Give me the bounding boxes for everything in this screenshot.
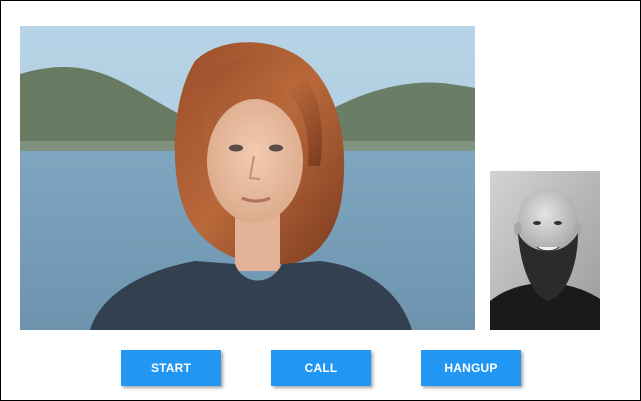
local-video-frame <box>490 171 600 330</box>
app-window: START CALL HANGUP <box>0 0 641 401</box>
call-controls: START CALL HANGUP <box>1 350 640 390</box>
call-button[interactable]: CALL <box>271 350 371 386</box>
start-button[interactable]: START <box>121 350 221 386</box>
remote-video <box>20 26 475 330</box>
remote-video-frame <box>20 26 475 330</box>
hangup-button[interactable]: HANGUP <box>421 350 521 386</box>
local-video <box>490 171 600 330</box>
